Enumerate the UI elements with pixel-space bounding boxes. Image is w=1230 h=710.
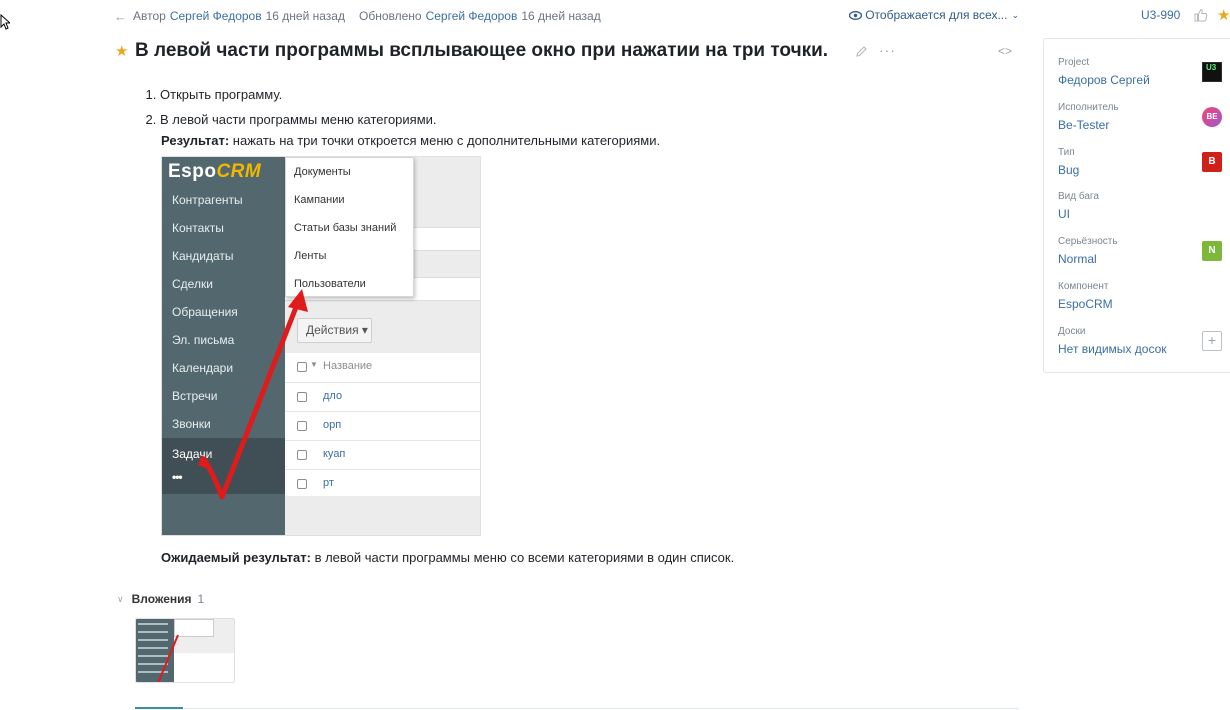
add-board-plus-icon[interactable]: + (1202, 331, 1222, 351)
assignee-avatar: BE (1202, 107, 1222, 127)
author-time: 16 дней назад (265, 9, 345, 23)
issue-properties-panel: Project Федоров Сергей U3 Исполнитель Be… (1043, 38, 1230, 373)
back-arrow-icon[interactable]: ← (114, 9, 127, 24)
field-label: Доски (1058, 326, 1086, 337)
field-project[interactable]: Project Федоров Сергей (1058, 57, 1218, 87)
more-options-icon[interactable]: ··· (879, 42, 896, 58)
visibility-label: Отображается для всех... (865, 8, 1008, 22)
bug-type-icon: B (1202, 152, 1222, 172)
field-severity[interactable]: Серьёзность Normal (1058, 236, 1218, 266)
title-star-icon[interactable]: ★ (115, 42, 128, 60)
field-value[interactable]: Нет видимых досок (1058, 342, 1218, 356)
attachment-thumbnail[interactable] (135, 618, 235, 683)
issue-description: Открыть программу. В левой части програм… (145, 82, 437, 132)
field-label: Серьёзность (1058, 236, 1118, 247)
field-label: Тип (1058, 147, 1075, 158)
step-item: В левой части программы меню категориями… (160, 107, 437, 132)
field-label: Project (1058, 57, 1090, 68)
code-brackets-icon[interactable]: <> (998, 44, 1012, 58)
field-bug-kind[interactable]: Вид бага UI (1058, 191, 1218, 221)
field-value[interactable]: Федоров Сергей (1058, 73, 1218, 87)
visibility-dropdown[interactable]: Отображается для всех... ⌄ (849, 8, 1019, 22)
expected-result-line: Ожидаемый результат: в левой части прогр… (161, 550, 734, 565)
attachments-header[interactable]: ∨ Вложения 1 (117, 592, 204, 606)
updated-by-link[interactable]: Сергей Федоров (426, 9, 518, 23)
thumbnail-arrow (157, 634, 179, 682)
field-value[interactable]: Be-Tester (1058, 118, 1218, 132)
favorite-star-icon[interactable]: ★ (1217, 6, 1230, 24)
author-label: Автор (133, 9, 166, 23)
project-logo-icon: U3 (1202, 62, 1222, 82)
field-label: Компонент (1058, 281, 1109, 292)
attachments-label: Вложения (131, 592, 192, 606)
mouse-cursor-icon (0, 14, 10, 30)
field-value[interactable]: Normal (1058, 252, 1218, 266)
issue-id-link[interactable]: U3-990 (1141, 8, 1180, 22)
field-type[interactable]: Тип Bug (1058, 147, 1218, 177)
attachments-count: 1 (197, 592, 205, 606)
thumbs-up-icon[interactable] (1194, 8, 1208, 22)
field-label: Вид бага (1058, 191, 1099, 202)
field-component[interactable]: Компонент EspoCRM (1058, 281, 1218, 311)
issue-meta-bar: ← Автор Сергей Федоров 16 дней назад Обн… (114, 8, 1019, 24)
field-value[interactable]: UI (1058, 207, 1218, 221)
field-value[interactable]: Bug (1058, 163, 1218, 177)
embedded-screenshot[interactable]: Действия ▾ ▼ Название дло орп куап рт Es… (161, 156, 481, 536)
expected-label: Ожидаемый результат: (161, 550, 311, 565)
result-text: нажать на три точки откроется меню с доп… (229, 133, 661, 148)
author-link[interactable]: Сергей Федоров (170, 9, 262, 23)
field-value[interactable]: EspoCRM (1058, 297, 1218, 311)
issue-title: В левой части программы всплывающее окно… (135, 40, 829, 61)
result-label: Результат: (161, 133, 230, 148)
chevron-down-icon: ∨ (117, 593, 124, 604)
tab-indicator (135, 707, 183, 709)
step-item: Открыть программу. (160, 82, 437, 107)
expected-text: в левой части программы меню со всеми ка… (310, 550, 735, 565)
eye-icon (849, 10, 863, 20)
divider (135, 708, 1019, 709)
field-boards[interactable]: Доски Нет видимых досок (1058, 326, 1218, 356)
field-assignee[interactable]: Исполнитель Be-Tester (1058, 102, 1218, 132)
result-line: Результат: нажать на три точки откроется… (161, 133, 660, 148)
severity-icon: N (1202, 241, 1222, 261)
updated-label: Обновлено (358, 9, 422, 23)
red-arrow-annotation (198, 289, 308, 500)
updated-time: 16 дней назад (521, 9, 601, 23)
pencil-edit-icon[interactable] (855, 45, 868, 58)
field-label: Исполнитель (1058, 102, 1119, 113)
chevron-down-icon: ⌄ (1011, 9, 1019, 20)
